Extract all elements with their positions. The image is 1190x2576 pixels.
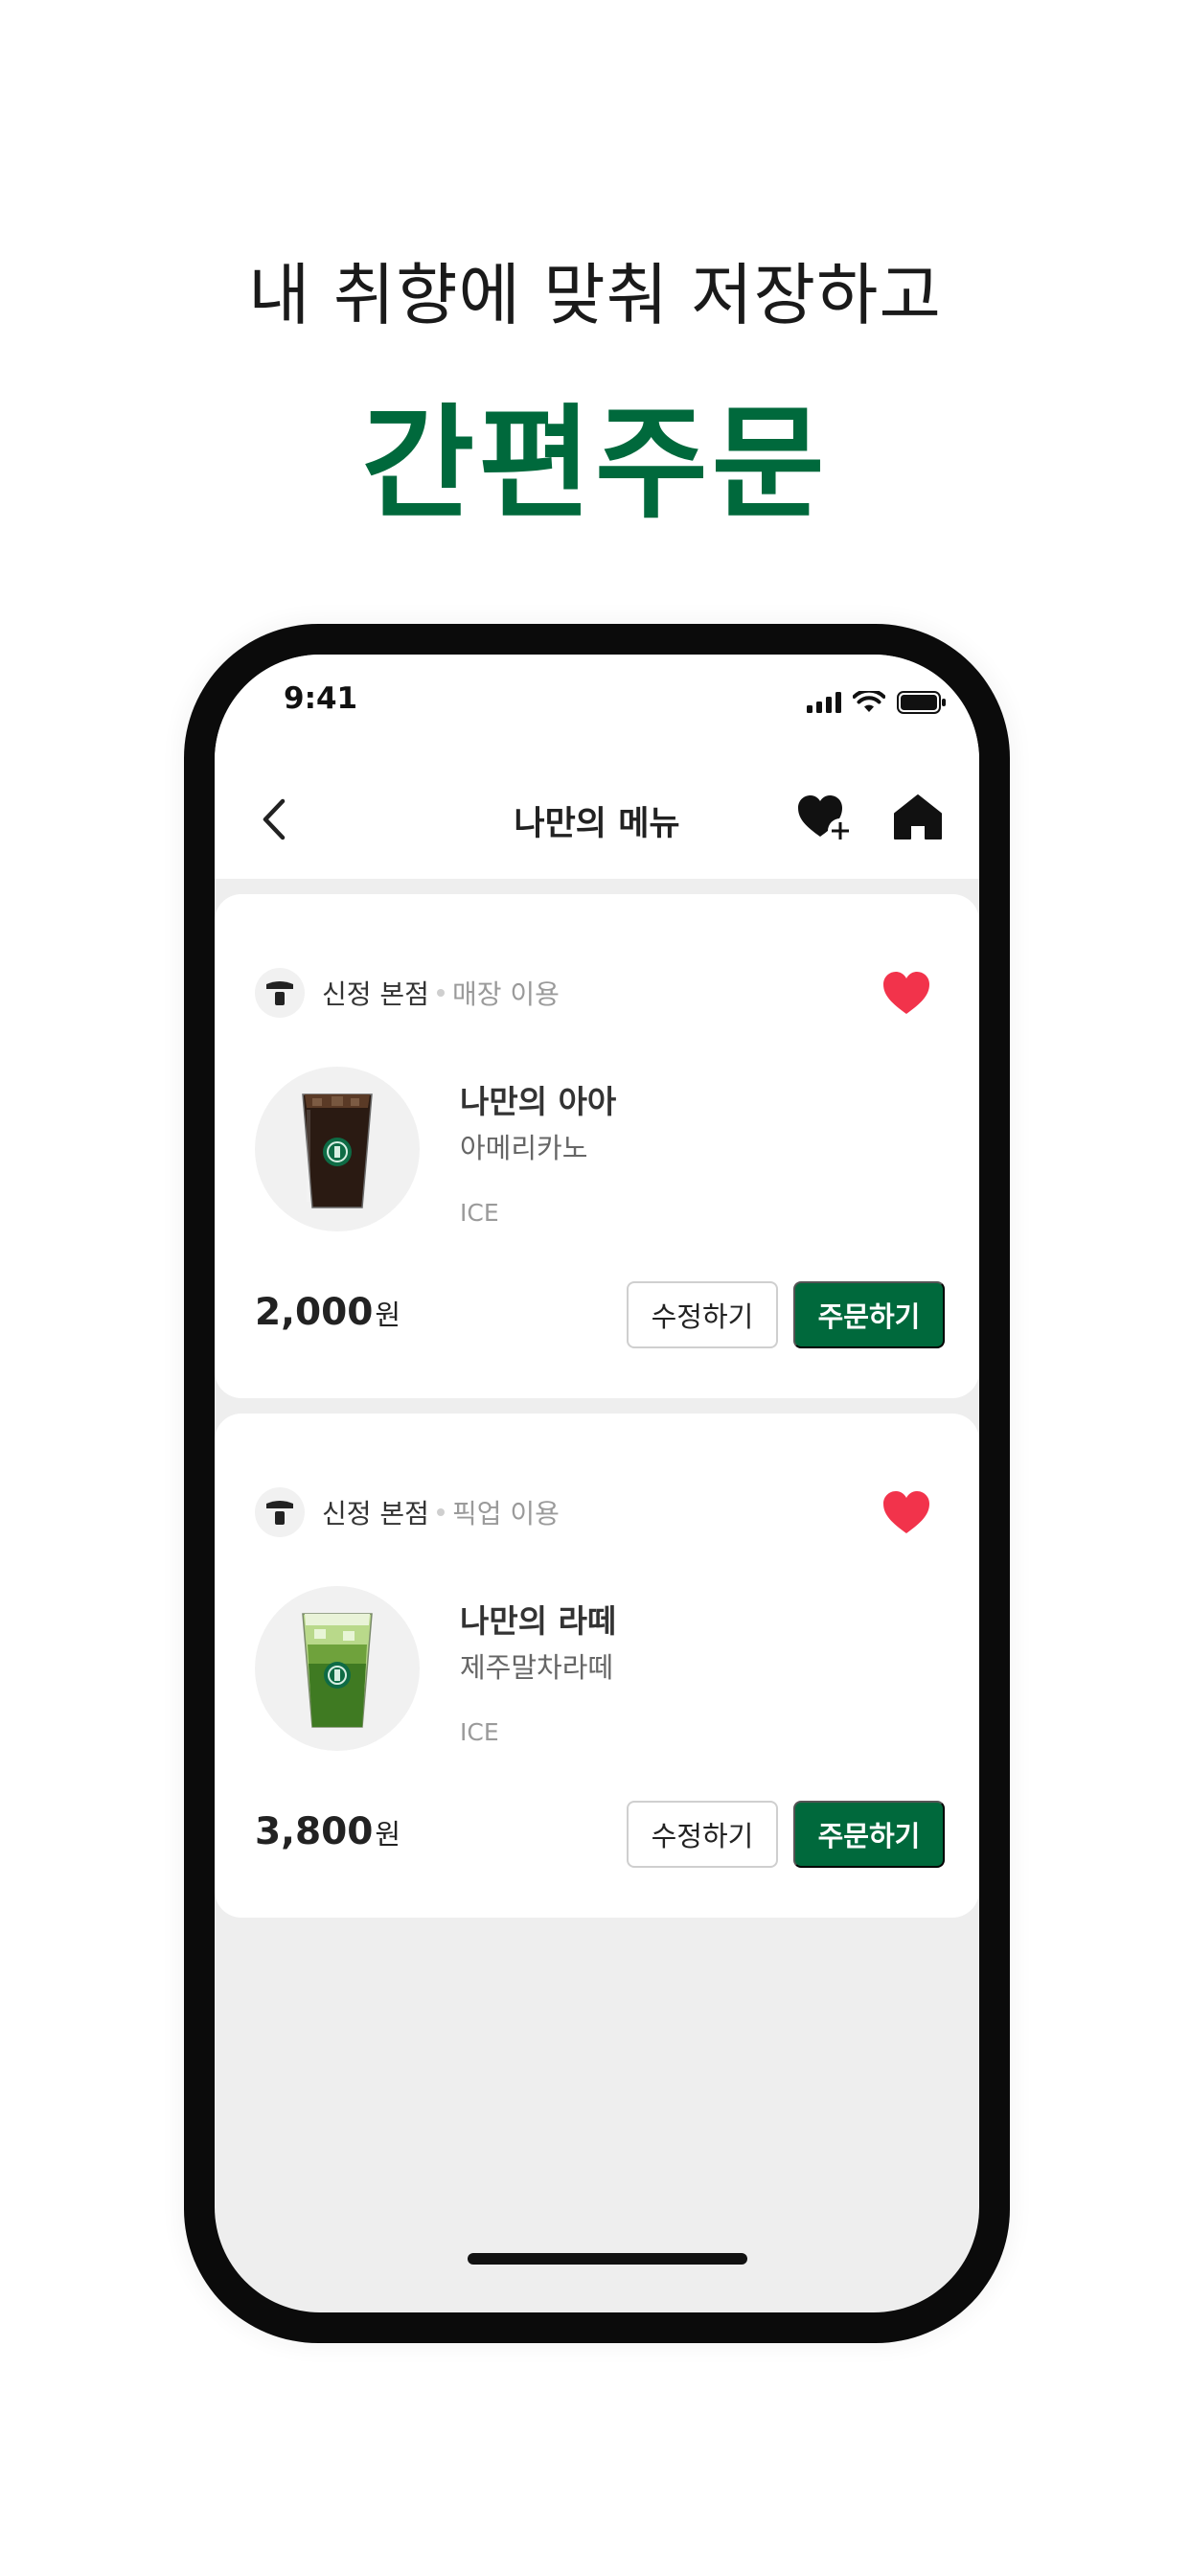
phone-screen: 9:41 나만의 메뉴 신정 본점 매장 이용 나만의 아아 아메리카노 ICE… <box>215 655 979 2312</box>
price-currency: 원 <box>375 1299 401 1331</box>
menu-name: 나만의 아아 <box>460 1083 617 1120</box>
base-drink: 아메리카노 <box>460 1132 588 1164</box>
heart-icon <box>883 972 929 1014</box>
favorite-toggle[interactable] <box>881 971 931 1017</box>
matcha-latte-image <box>302 1613 373 1728</box>
base-drink: 제주말차라떼 <box>460 1651 614 1684</box>
promo-subtitle: 내 취향에 맞춰 저장하고 <box>248 256 942 334</box>
order-button[interactable]: 주문하기 <box>793 1801 945 1868</box>
status-icons <box>807 691 947 714</box>
iced-americano-image <box>302 1093 373 1208</box>
drink-image <box>255 1586 420 1751</box>
home-button[interactable] <box>891 791 945 844</box>
home-icon <box>894 794 942 840</box>
separator-dot <box>436 989 445 997</box>
drink-image <box>255 1067 420 1231</box>
service-type: 픽업 이용 <box>451 1498 560 1530</box>
wifi-icon <box>853 691 885 712</box>
store-icon <box>255 1487 305 1537</box>
separator-dot <box>436 1508 445 1516</box>
temperature-option: ICE <box>460 1718 499 1746</box>
store-info: 신정 본점 픽업 이용 <box>255 1486 560 1538</box>
store-name: 신정 본점 <box>322 1498 429 1530</box>
price: 2,000 원 <box>255 1291 400 1334</box>
heart-icon <box>883 1491 929 1533</box>
nav-bar: 나만의 메뉴 <box>215 760 979 879</box>
edit-button[interactable]: 수정하기 <box>627 1801 778 1868</box>
favorite-toggle[interactable] <box>881 1490 931 1536</box>
signal-icon <box>807 692 841 713</box>
menu-card[interactable]: 신정 본점 매장 이용 나만의 아아 아메리카노 ICE 2,000 원 수정하… <box>215 894 979 1398</box>
battery-icon <box>897 691 946 714</box>
menu-card[interactable]: 신정 본점 픽업 이용 나만의 라떼 제주말차라떼 ICE 3,800 원 수정… <box>215 1414 979 1918</box>
price-currency: 원 <box>375 1818 401 1851</box>
price: 3,800 원 <box>255 1810 400 1853</box>
add-favorite-button[interactable] <box>795 789 855 848</box>
home-indicator[interactable] <box>468 2253 747 2265</box>
store-info: 신정 본점 매장 이용 <box>255 967 560 1019</box>
temperature-option: ICE <box>460 1199 499 1227</box>
price-value: 3,800 <box>255 1810 374 1853</box>
promo-title: 간편주문 <box>361 393 829 536</box>
status-bar: 9:41 <box>215 655 979 760</box>
store-name: 신정 본점 <box>322 978 429 1010</box>
status-time: 9:41 <box>284 681 358 716</box>
menu-name: 나만의 라떼 <box>460 1602 617 1640</box>
edit-button[interactable]: 수정하기 <box>627 1281 778 1348</box>
page-title: 나만의 메뉴 <box>514 805 680 843</box>
phone-frame: 9:41 나만의 메뉴 신정 본점 매장 이용 나만의 아아 아메리카노 ICE… <box>184 624 1010 2343</box>
price-value: 2,000 <box>255 1291 374 1334</box>
heart-plus-icon <box>798 795 853 843</box>
service-type: 매장 이용 <box>451 978 560 1010</box>
store-icon <box>255 968 305 1018</box>
order-button[interactable]: 주문하기 <box>793 1281 945 1348</box>
